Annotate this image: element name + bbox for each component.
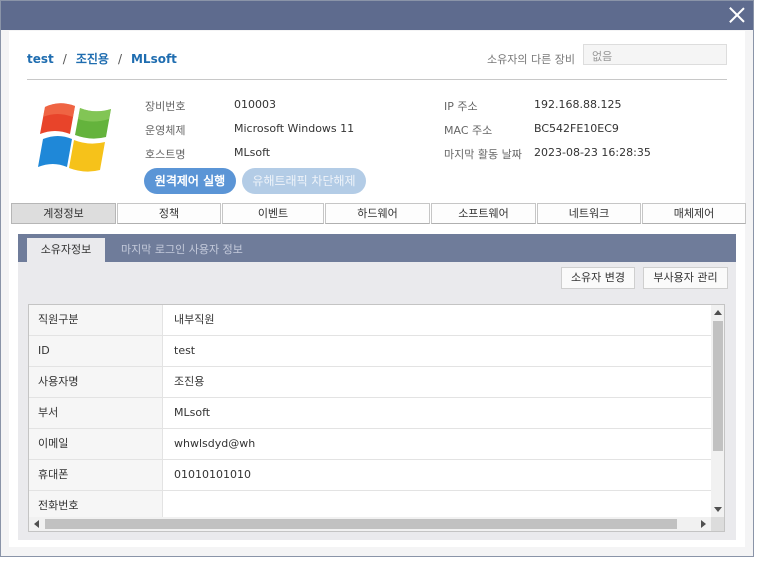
hostname-value: MLsoft xyxy=(234,146,271,159)
row-key: 이메일 xyxy=(29,429,163,459)
breadcrumb-group[interactable]: test xyxy=(27,52,54,66)
row-value: 조진용 xyxy=(174,375,205,388)
subtab-owner-info[interactable]: 소유자정보 xyxy=(27,238,105,262)
remote-control-button[interactable]: 원격제어 실행 xyxy=(144,168,236,194)
device-no-value: 010003 xyxy=(234,98,276,111)
other-devices-select[interactable]: 없음 xyxy=(583,44,727,65)
row-key: 부서 xyxy=(29,398,163,428)
row-key: 휴대폰 xyxy=(29,460,163,490)
breadcrumb-separator: / xyxy=(62,52,67,66)
tab-software[interactable]: 소프트웨어 xyxy=(431,203,536,224)
divider xyxy=(27,79,727,80)
scroll-down-icon[interactable] xyxy=(714,507,722,512)
window-titlebar xyxy=(1,1,753,30)
hostname-label: 호스트명 xyxy=(145,148,186,161)
tab-network[interactable]: 네트워크 xyxy=(537,203,641,224)
row-value: 내부직원 xyxy=(174,313,215,326)
vertical-scroll-thumb[interactable] xyxy=(713,321,723,451)
row-key: 사용자명 xyxy=(29,367,163,397)
close-icon[interactable] xyxy=(727,5,747,25)
subtab-last-login-user[interactable]: 마지막 로그인 사용자 정보 xyxy=(121,238,243,262)
table-row: 이메일 whwlsdyd@wh xyxy=(29,429,711,460)
owner-info-table: 직원구분 내부직원 ID test 사용자명 조진용 부서 MLsoft 이메일 xyxy=(28,304,725,532)
os-value: Microsoft Windows 11 xyxy=(234,122,355,135)
tab-media-control[interactable]: 매체제어 xyxy=(642,203,746,224)
breadcrumb-dept[interactable]: MLsoft xyxy=(131,52,177,66)
windows-logo-icon xyxy=(38,103,111,172)
device-detail-window: test / 조진용 / MLsoft 소유자의 다른 장비 없음 장비번호 01000… xyxy=(0,0,754,557)
breadcrumb: test / 조진용 / MLsoft xyxy=(27,50,177,67)
horizontal-scroll-thumb[interactable] xyxy=(45,519,677,529)
tab-events[interactable]: 이벤트 xyxy=(222,203,324,224)
ip-label: IP 주소 xyxy=(444,100,478,113)
row-value: test xyxy=(174,344,196,357)
os-label: 운영체제 xyxy=(145,124,186,137)
tab-hardware[interactable]: 하드웨어 xyxy=(325,203,430,224)
horizontal-scrollbar[interactable] xyxy=(29,517,711,531)
vertical-scrollbar[interactable] xyxy=(711,305,724,517)
account-panel: 소유자정보 마지막 로그인 사용자 정보 소유자 변경 부사용자 관리 직원구분… xyxy=(18,234,736,540)
row-value: whwlsdyd@wh xyxy=(174,437,256,450)
subtab-bar: 소유자정보 마지막 로그인 사용자 정보 xyxy=(18,234,736,262)
ip-value: 192.168.88.125 xyxy=(534,98,622,111)
tab-policy[interactable]: 정책 xyxy=(117,203,221,224)
breadcrumb-separator: / xyxy=(117,52,122,66)
scroll-left-icon[interactable] xyxy=(34,520,39,528)
last-active-label: 마지막 활동 날짜 xyxy=(444,148,522,161)
detail-tabs: 계정정보 정책 이벤트 하드웨어 소프트웨어 네트워크 매체제어 xyxy=(11,203,746,224)
row-value: 01010101010 xyxy=(174,468,251,481)
table-row: ID test xyxy=(29,336,711,367)
manage-sub-users-button[interactable]: 부사용자 관리 xyxy=(643,267,728,289)
scroll-up-icon[interactable] xyxy=(714,310,722,315)
row-key: ID xyxy=(29,336,163,366)
scrollbar-corner xyxy=(711,517,724,531)
device-no-label: 장비번호 xyxy=(145,100,186,113)
traffic-unblock-button[interactable]: 유해트래픽 차단해제 xyxy=(242,168,366,194)
table-row: 휴대폰 01010101010 xyxy=(29,460,711,491)
row-value: MLsoft xyxy=(174,406,211,419)
table-row: 직원구분 내부직원 xyxy=(29,305,711,336)
change-owner-button[interactable]: 소유자 변경 xyxy=(561,267,635,289)
row-key: 직원구분 xyxy=(29,305,163,335)
scroll-right-icon[interactable] xyxy=(701,520,706,528)
mac-value: BC542FE10EC9 xyxy=(534,122,619,135)
window-content: test / 조진용 / MLsoft 소유자의 다른 장비 없음 장비번호 01000… xyxy=(9,31,746,547)
table-row: 사용자명 조진용 xyxy=(29,367,711,398)
table-row: 부서 MLsoft xyxy=(29,398,711,429)
breadcrumb-user[interactable]: 조진용 xyxy=(76,52,109,66)
mac-label: MAC 주소 xyxy=(444,124,493,137)
tab-account[interactable]: 계정정보 xyxy=(11,203,116,224)
last-active-value: 2023-08-23 16:28:35 xyxy=(534,146,651,159)
other-devices-label: 소유자의 다른 장비 xyxy=(487,53,575,66)
